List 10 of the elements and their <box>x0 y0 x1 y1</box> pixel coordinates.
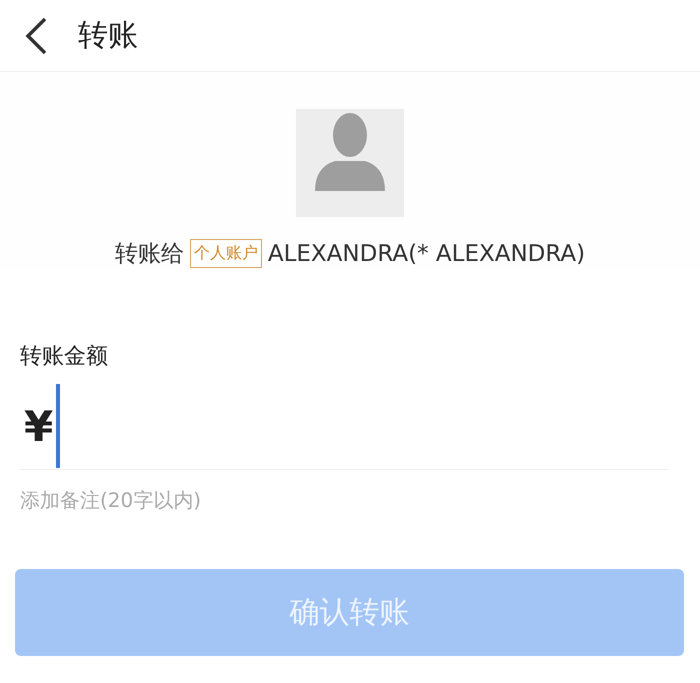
page-title: 转账 <box>78 17 138 55</box>
back-icon[interactable] <box>24 16 48 54</box>
recipient-name: ALEXANDRA(* ALEXANDRA) <box>268 240 586 266</box>
recipient-label: 转账给 <box>114 240 184 269</box>
amount-field[interactable]: ¥ <box>20 383 668 470</box>
account-tag: 个人账户 <box>190 239 262 268</box>
note-field[interactable]: 添加备注(20字以内) <box>20 470 668 512</box>
avatar-icon <box>296 109 404 217</box>
currency-symbol: ¥ <box>24 402 54 450</box>
amount-label: 转账金额 <box>20 343 109 371</box>
